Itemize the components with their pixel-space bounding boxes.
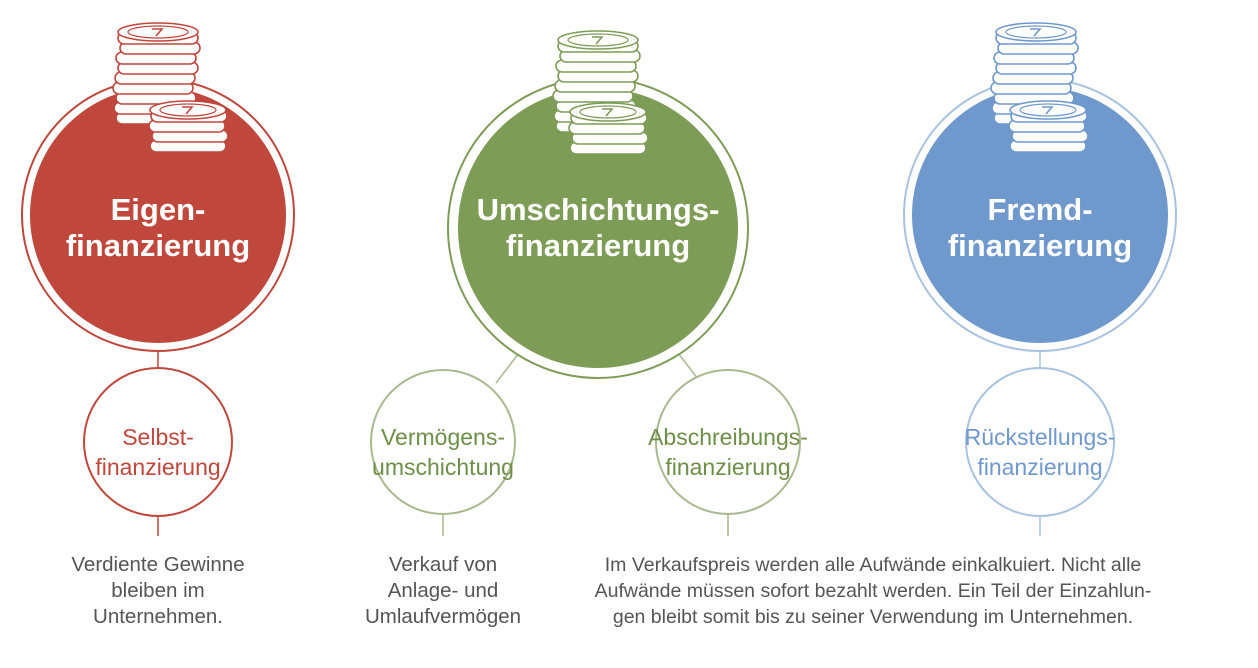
- description-vermoegen-line: Umlaufvermögen: [364, 605, 522, 628]
- description-shared-line: gen bleibt somit bis zu seiner Verwendun…: [612, 606, 1134, 628]
- description-shared-line: Aufwände müssen sofort bezahlt werden. E…: [594, 580, 1152, 602]
- category-eigen-title-line: finanzierung: [65, 228, 251, 263]
- category-fremd: [903, 22, 1177, 352]
- description-shared: Im Verkaufspreis werden alle Aufwände ei…: [548, 552, 1198, 630]
- subtype-rueckstellung-title-line: Rückstellungs-: [964, 424, 1116, 450]
- subtype-rueckstellung-title: Rückstellungs- finanzierung: [940, 422, 1140, 482]
- category-eigen: [21, 22, 295, 352]
- subtype-rueckstellung-title-line: finanzierung: [977, 454, 1103, 480]
- description-selbst-line: bleiben im: [111, 579, 205, 602]
- subtype-selbst-title-line: finanzierung: [95, 454, 221, 480]
- category-fremd-title: Fremd- finanzierung: [890, 192, 1190, 264]
- subtype-abschreibung-title-line: Abschreibungs-: [648, 424, 808, 450]
- category-fremd-title-line: finanzierung: [947, 228, 1133, 263]
- category-umschichtung-title-line: finanzierung: [505, 228, 691, 263]
- subtype-selbst-title-line: Selbst-: [122, 424, 194, 450]
- description-shared-line: Im Verkaufspreis werden alle Aufwände ei…: [604, 554, 1142, 576]
- category-eigen-title-line: Eigen-: [110, 192, 206, 227]
- description-vermoegen: Verkauf von Anlage- und Umlaufvermögen: [348, 552, 538, 630]
- subtype-vermoegen-title: Vermögens- umschichtung: [343, 422, 543, 482]
- category-fremd-title-line: Fremd-: [987, 192, 1093, 227]
- description-selbst-line: Verdiente Gewinne: [71, 553, 245, 576]
- subtype-selbst-title: Selbst- finanzierung: [58, 422, 258, 482]
- description-vermoegen-line: Verkauf von: [388, 553, 498, 576]
- subtype-vermoegen-title-line: umschichtung: [372, 454, 514, 480]
- category-eigen-title: Eigen- finanzierung: [8, 192, 308, 264]
- subtype-abschreibung-title: Abschreibungs- finanzierung: [628, 422, 828, 482]
- description-selbst: Verdiente Gewinne bleiben im Unternehmen…: [38, 552, 278, 630]
- description-vermoegen-line: Anlage- und: [387, 579, 499, 602]
- category-umschichtung-title-line: Umschichtungs-: [476, 192, 720, 227]
- category-umschichtung-title: Umschichtungs- finanzierung: [448, 192, 748, 264]
- description-selbst-line: Unternehmen.: [93, 605, 223, 628]
- subtype-abschreibung-title-line: finanzierung: [665, 454, 791, 480]
- subtype-vermoegen-title-line: Vermögens-: [380, 424, 505, 450]
